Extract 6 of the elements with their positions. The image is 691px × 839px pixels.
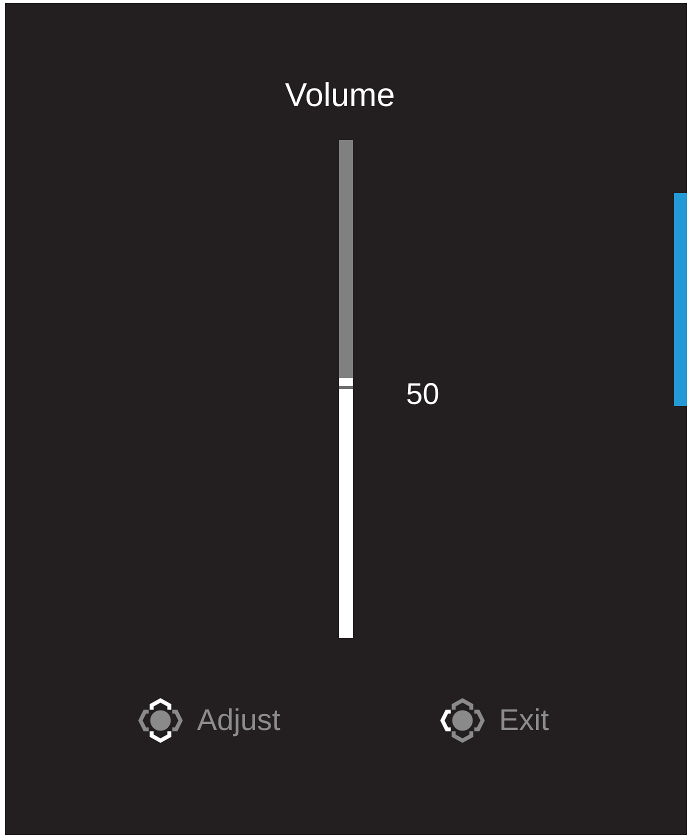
legend-label: Exit <box>499 702 550 738</box>
legend-label: Adjust <box>197 702 280 738</box>
menu-title: Volume <box>284 76 396 113</box>
slider-thumb[interactable] <box>339 378 353 389</box>
volume-value: 50 <box>406 378 440 412</box>
slider-track[interactable] <box>339 140 353 638</box>
